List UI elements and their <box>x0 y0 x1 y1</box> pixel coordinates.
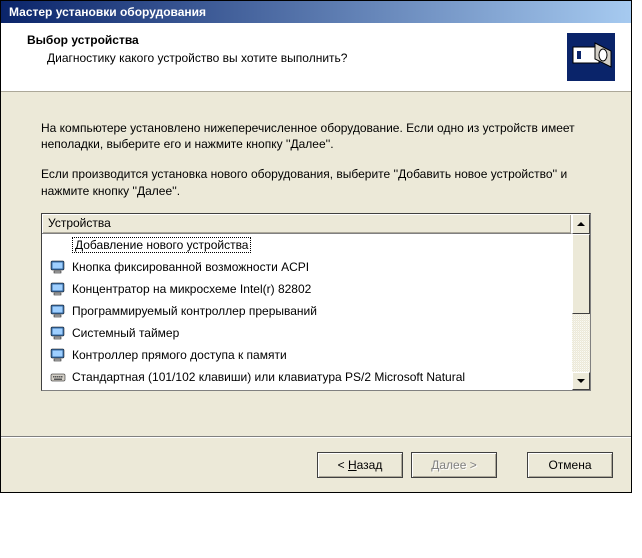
monitor-icon <box>50 325 66 341</box>
scroll-track[interactable] <box>572 314 590 372</box>
list-item-label: Добавление нового устройства <box>72 237 251 253</box>
scroll-down-button[interactable] <box>572 372 590 390</box>
scrollbar[interactable] <box>572 234 590 390</box>
header-text: Выбор устройства Диагностику какого устр… <box>27 33 557 65</box>
arrow-up-icon <box>577 222 585 226</box>
next-button[interactable]: Далее > <box>411 452 497 478</box>
back-button[interactable]: < Назад <box>317 452 403 478</box>
window-title: Мастер установки оборудования <box>9 5 206 19</box>
list-item-label: Контроллер прямого доступа к памяти <box>72 348 287 362</box>
keyboard-icon <box>50 369 66 385</box>
list-item-label: Кнопка фиксированной возможности ACPI <box>72 260 309 274</box>
monitor-icon <box>50 303 66 319</box>
titlebar[interactable]: Мастер установки оборудования <box>1 1 631 23</box>
monitor-icon <box>50 281 66 297</box>
header-title: Выбор устройства <box>27 33 557 47</box>
arrow-down-icon <box>577 379 585 383</box>
device-listbox[interactable]: Устройства Добавление нового устройства К… <box>41 213 591 391</box>
listbox-items: Добавление нового устройства Кнопка фикси… <box>42 234 572 390</box>
list-item[interactable]: Контроллер прямого доступа к памяти <box>42 344 572 366</box>
scroll-up-button[interactable] <box>572 214 590 234</box>
list-item[interactable]: Программируемый контроллер прерываний <box>42 300 572 322</box>
button-row: < Назад Далее > Отмена <box>1 438 631 492</box>
instruction-1: На компьютере установлено нижеперечислен… <box>41 120 591 152</box>
wizard-window: Мастер установки оборудования Выбор устр… <box>0 0 632 493</box>
list-item[interactable]: Концентратор на микросхеме Intel(r) 8280… <box>42 278 572 300</box>
listbox-column-header[interactable]: Устройства <box>42 214 572 234</box>
monitor-icon <box>50 347 66 363</box>
list-item-label: Концентратор на микросхеме Intel(r) 8280… <box>72 282 311 296</box>
blank-icon <box>50 237 66 253</box>
wizard-content: На компьютере установлено нижеперечислен… <box>1 92 631 436</box>
hardware-wizard-icon <box>567 33 615 81</box>
list-item[interactable]: Системный таймер <box>42 322 572 344</box>
list-item-label: Системный таймер <box>72 326 179 340</box>
instruction-2: Если производится установка нового обору… <box>41 166 591 198</box>
list-item[interactable]: Стандартная (101/102 клавиши) или клавиа… <box>42 366 572 388</box>
cancel-button[interactable]: Отмена <box>527 452 613 478</box>
list-item[interactable]: Кнопка фиксированной возможности ACPI <box>42 256 572 278</box>
list-item-label: Стандартная (101/102 клавиши) или клавиа… <box>72 370 465 384</box>
header-subtitle: Диагностику какого устройство вы хотите … <box>47 51 557 65</box>
scroll-thumb[interactable] <box>572 234 590 314</box>
wizard-header: Выбор устройства Диагностику какого устр… <box>1 23 631 92</box>
list-item-label: Программируемый контроллер прерываний <box>72 304 317 318</box>
list-item[interactable]: Добавление нового устройства <box>42 234 572 256</box>
monitor-icon <box>50 259 66 275</box>
